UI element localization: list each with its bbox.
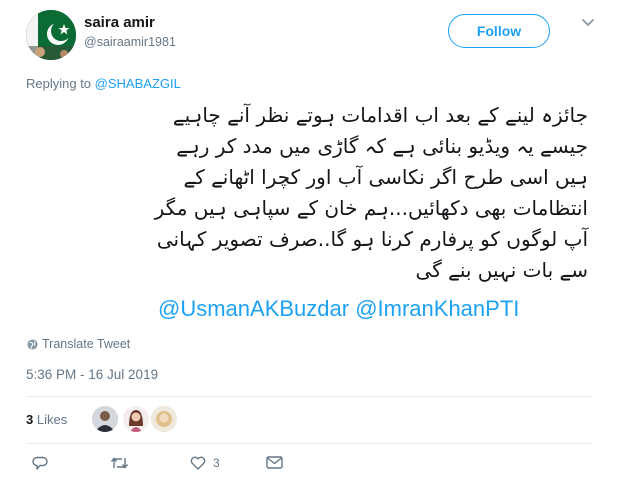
reply-context: Replying to @SHABAZGIL [26,76,181,91]
tweet-line: جیسے یہ ویڈیو بنائی ہے کہ گاڑی میں مدد ک… [176,134,588,158]
translate-tweet-link[interactable]: Translate Tweet [27,337,130,351]
reply-icon [32,456,48,470]
heart-icon [190,456,206,470]
chevron-down-icon[interactable] [581,16,595,30]
follow-button[interactable]: Follow [448,14,550,48]
retweet-icon [110,457,129,469]
author-name[interactable]: saira amir [84,14,155,31]
mention-link[interactable]: @ImranKhanPTI [355,296,519,321]
globe-icon [27,338,38,350]
divider [26,443,593,444]
tweet-timestamp[interactable]: 5:36 PM - 16 Jul 2019 [26,367,158,382]
liker-avatar[interactable] [151,406,177,432]
tweet-mentions: @UsmanAKBuzdar @ImranKhanPTI [158,296,519,322]
direct-message-button[interactable] [266,456,283,469]
like-button[interactable]: 3 [190,456,220,470]
reply-mention-link[interactable]: @SHABAZGIL [95,76,181,91]
mention-link[interactable]: @UsmanAKBuzdar [158,296,349,321]
divider [26,396,593,397]
tweet-line: سے بات نہیں بنے گی [415,258,588,282]
pakistan-flag-icon [26,10,76,60]
translate-label: Translate Tweet [42,337,131,351]
author-avatar[interactable] [26,10,76,60]
tweet-card: saira amir @sairaamir1981 Follow Replyin… [0,0,619,488]
reply-button[interactable] [32,456,48,471]
retweet-button[interactable] [110,456,129,470]
author-handle[interactable]: @sairaamir1981 [84,35,176,49]
likes-stat[interactable]: 3 Likes [26,412,67,427]
like-count: 3 [213,456,220,470]
likes-count: 3 [26,412,34,427]
tweet-line: انتظامات بھی دکھائیں...ہم خان کے سپاہی ہ… [154,196,588,220]
liker-avatar[interactable] [123,406,149,432]
tweet-text: جائزہ لینے کے بعد اب اقدامات ہوتے نظر آن… [26,100,588,286]
likes-label: Likes [36,412,68,427]
reply-prefix: Replying to [26,76,92,91]
tweet-line: آپ لوگوں کو پرفارم کرنا ہو گا..صرف تصویر… [156,227,588,251]
envelope-icon [266,456,283,469]
tweet-line: جائزہ لینے کے بعد اب اقدامات ہوتے نظر آن… [172,103,588,127]
liker-avatar[interactable] [92,406,118,432]
tweet-line: ہیں اسی طرح اگر نکاسی آب اور کچرا اٹھانے… [183,165,588,189]
